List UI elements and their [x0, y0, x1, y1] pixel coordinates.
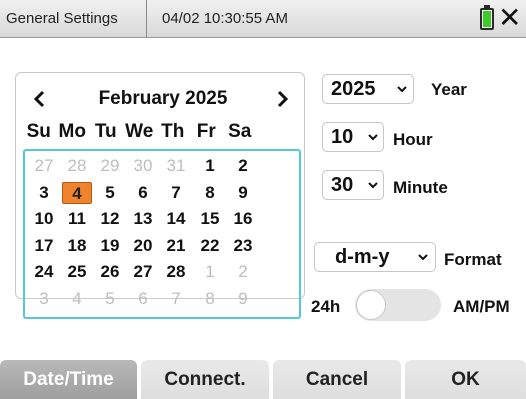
minute-label: Minute [393, 178, 448, 197]
chevron-down-icon [368, 182, 378, 189]
cancel-button[interactable]: Cancel [273, 360, 401, 399]
current-datetime: 04/02 10:30:55 AM [162, 10, 288, 27]
calendar-day[interactable]: 18 [62, 235, 92, 257]
calendar-day[interactable]: 7 [161, 182, 191, 204]
calendar-day[interactable]: 24 [29, 261, 59, 283]
calendar-day[interactable]: 1 [195, 261, 225, 283]
hour-value: 10 [331, 126, 354, 148]
bottom-tab-bar: Date/Time Connect. Cancel OK [0, 360, 526, 399]
calendar-day[interactable]: 27 [128, 261, 158, 283]
year-label: Year [431, 80, 467, 99]
calendar-day[interactable]: 26 [95, 261, 125, 283]
chevron-right-icon[interactable] [270, 87, 294, 111]
calendar-day[interactable]: 20 [128, 235, 158, 257]
weekday-label: Tu [94, 121, 117, 142]
tab-date-time[interactable]: Date/Time [0, 360, 137, 399]
calendar-day[interactable]: 9 [228, 288, 258, 310]
minute-select[interactable]: 30 [322, 170, 384, 200]
weekday-label: Mo [58, 121, 86, 142]
calendar-day[interactable]: 12 [95, 208, 125, 230]
chevron-down-icon [418, 254, 428, 261]
battery-icon [480, 5, 494, 30]
calendar-day[interactable]: 22 [195, 235, 225, 257]
calendar-day[interactable]: 27 [29, 155, 59, 177]
clock-24h-label: 24h [311, 297, 341, 316]
calendar-day[interactable]: 8 [195, 288, 225, 310]
calendar-day[interactable]: 31 [161, 155, 191, 177]
toggle-knob [356, 290, 386, 320]
chevron-left-icon[interactable] [28, 87, 52, 111]
day-grid: 27 28 29 30 31 1 2 3 4 5 6 7 8 9 10 11 12 13 14 15 16 17 18 19 2… [23, 149, 301, 319]
weekday-label: Sa [228, 121, 252, 142]
weekday-label: Th [161, 121, 185, 142]
calendar-day[interactable]: 3 [29, 182, 59, 204]
calendar-day-selected[interactable]: 4 [62, 181, 92, 204]
calendar-day[interactable]: 8 [195, 182, 225, 204]
calendar-day[interactable]: 21 [161, 235, 191, 257]
window-title: General Settings [6, 10, 118, 27]
close-icon[interactable]: ✕ [498, 3, 521, 33]
tab-connect[interactable]: Connect. [141, 360, 269, 399]
calendar-day[interactable]: 2 [228, 155, 258, 177]
calendar-day[interactable]: 23 [228, 235, 258, 257]
chevron-down-icon [397, 86, 407, 93]
weekday-label: Su [26, 121, 51, 142]
weekday-label: We [125, 121, 154, 142]
format-value: d-m-y [335, 246, 390, 268]
calendar-day[interactable]: 13 [128, 208, 158, 230]
hour-select[interactable]: 10 [322, 122, 384, 152]
calendar-day[interactable]: 25 [62, 261, 92, 283]
calendar-day[interactable]: 10 [29, 208, 59, 230]
title-separator [146, 0, 147, 38]
chevron-down-icon [368, 134, 378, 141]
calendar-day[interactable]: 14 [161, 208, 191, 230]
calendar-day[interactable]: 5 [95, 288, 125, 310]
calendar-day[interactable]: 7 [161, 288, 191, 310]
calendar-day[interactable]: 11 [62, 208, 92, 230]
year-select[interactable]: 2025 [322, 74, 414, 104]
calendar-day[interactable]: 1 [195, 155, 225, 177]
calendar-panel: February 2025 Su Mo Tu We Th Fr Sa 27 28 2… [15, 72, 306, 319]
month-label: February 2025 [98, 88, 228, 109]
weekday-header: Su Mo Tu We Th Fr Sa [22, 121, 302, 143]
clock-ampm-label: AM/PM [453, 297, 510, 316]
calendar-day[interactable]: 17 [29, 235, 59, 257]
format-label: Format [444, 250, 502, 269]
clock-format-toggle[interactable] [355, 289, 441, 321]
calendar-day[interactable]: 9 [228, 182, 258, 204]
calendar-day[interactable]: 19 [95, 235, 125, 257]
calendar-day[interactable]: 6 [128, 288, 158, 310]
calendar-day[interactable]: 28 [62, 155, 92, 177]
title-bar: General Settings 04/02 10:30:55 AM ✕ [0, 0, 526, 38]
calendar-day[interactable]: 15 [195, 208, 225, 230]
hour-label: Hour [393, 130, 433, 149]
calendar-day[interactable]: 16 [228, 208, 258, 230]
weekday-label: Fr [196, 121, 216, 142]
year-value: 2025 [331, 78, 376, 100]
calendar-header: February 2025 [16, 73, 306, 117]
calendar-day[interactable]: 5 [95, 182, 125, 204]
calendar-day[interactable]: 30 [128, 155, 158, 177]
calendar-day[interactable]: 29 [95, 155, 125, 177]
format-select[interactable]: d-m-y [314, 242, 436, 272]
minute-value: 30 [331, 174, 354, 196]
ok-button[interactable]: OK [405, 360, 526, 399]
calendar-day[interactable]: 28 [161, 261, 191, 283]
calendar-day[interactable]: 6 [128, 182, 158, 204]
calendar-day[interactable]: 3 [29, 288, 59, 310]
calendar-day[interactable]: 2 [228, 261, 258, 283]
calendar-day[interactable]: 4 [62, 288, 92, 310]
